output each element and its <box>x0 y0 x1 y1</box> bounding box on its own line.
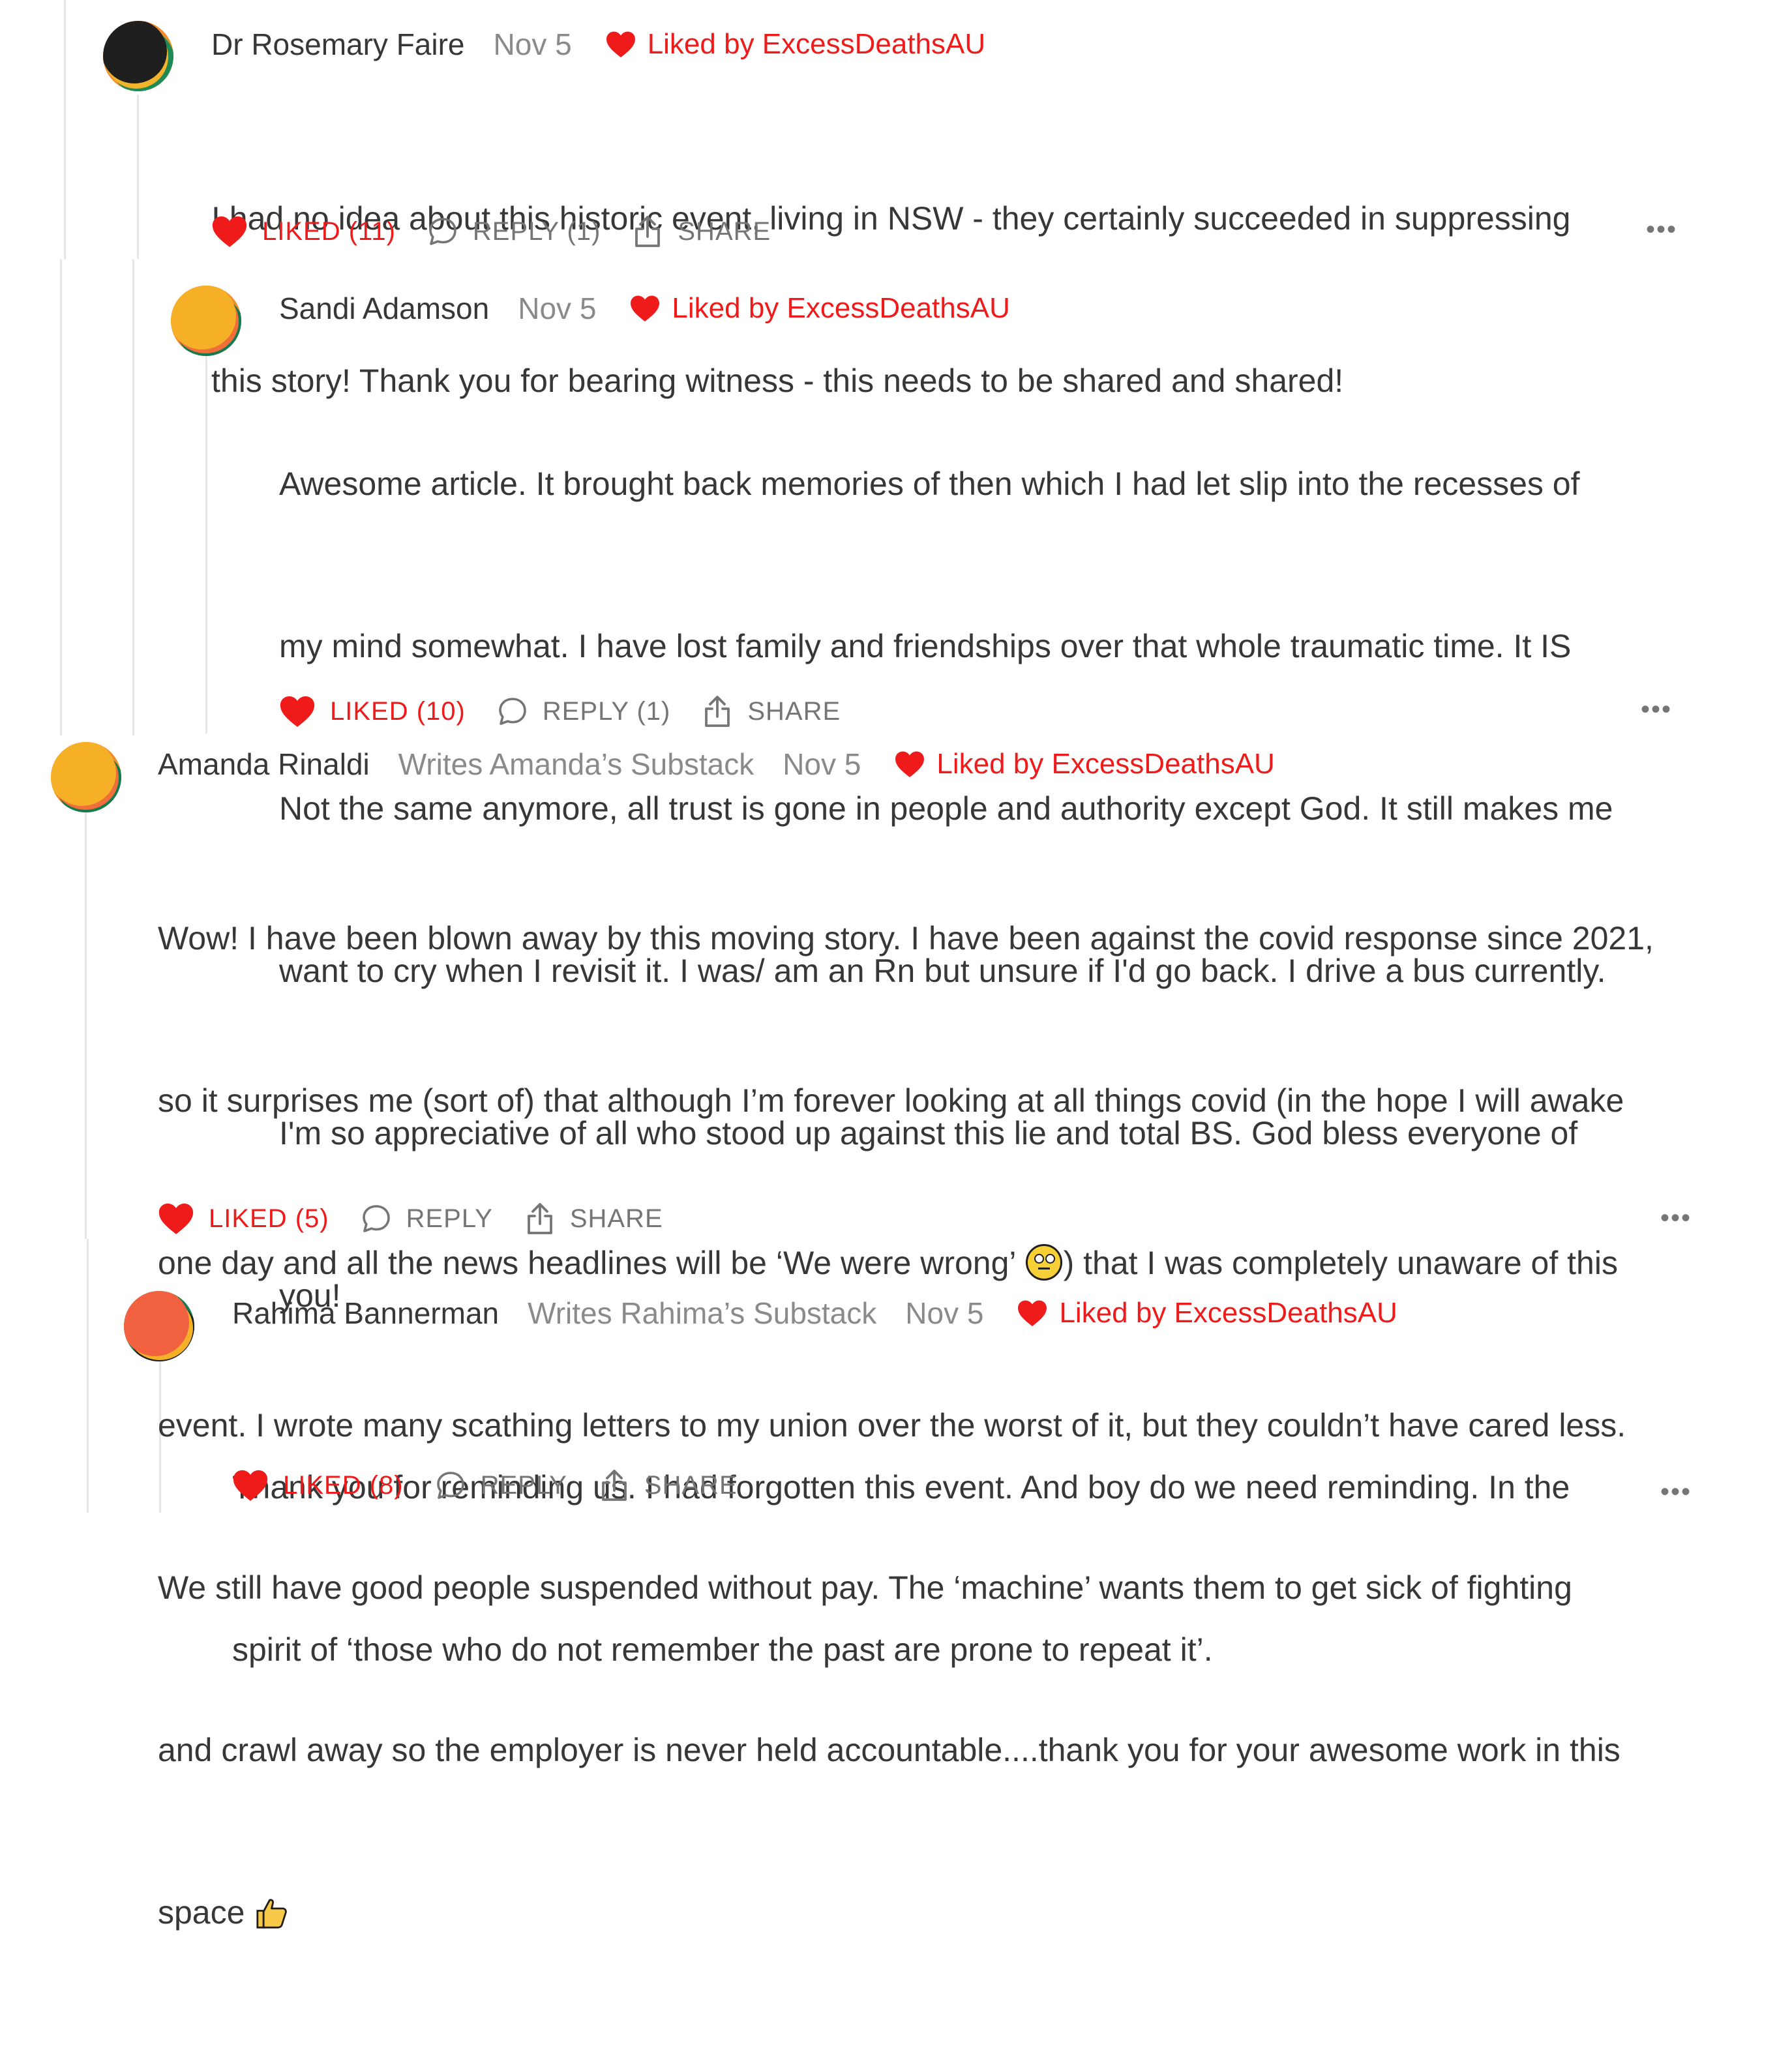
heart-icon <box>158 1203 194 1234</box>
comment-author[interactable]: Amanda Rinaldi <box>158 747 370 782</box>
share-upload-icon <box>601 1470 627 1501</box>
avatar[interactable] <box>103 21 173 91</box>
comment-author[interactable]: Rahima Bannerman <box>232 1296 499 1331</box>
comment-line: spirit of ‘those who do not remember the… <box>232 1631 1213 1668</box>
publication-link[interactable]: Writes Rahima’s Substack <box>528 1296 876 1331</box>
heart-icon <box>606 31 635 58</box>
like-label: LIKED (10) <box>330 696 466 726</box>
speech-bubble-icon <box>499 698 526 725</box>
comment-line-text: one day and all the news headlines will … <box>158 1245 1015 1281</box>
comment: Rahima Bannerman Writes Rahima’s Substac… <box>232 1287 1732 1668</box>
comment-actions: LIKED (5) REPLY SHARE <box>158 1196 694 1241</box>
share-label: SHARE <box>644 1470 738 1500</box>
thread-line <box>60 260 62 735</box>
like-button[interactable]: LIKED (8) <box>232 1469 404 1502</box>
more-options-button[interactable]: ••• <box>1646 215 1677 245</box>
liked-by-badge: Liked by ExcessDeathsAU <box>1017 1297 1397 1329</box>
comment-line-text: ) that I was completely unaware of this <box>1063 1245 1618 1281</box>
thread-line <box>205 342 207 734</box>
reply-button[interactable]: REPLY (1) <box>427 216 601 247</box>
heart-icon <box>280 696 315 727</box>
reply-label: REPLY <box>406 1204 493 1233</box>
liked-by-text: Liked by ExcessDeathsAU <box>647 28 986 60</box>
comment-actions: LIKED (10) REPLY (1) SHARE <box>279 689 872 734</box>
comment-line-text: space <box>158 1894 245 1931</box>
like-label: LIKED (11) <box>262 216 396 246</box>
share-button[interactable]: SHARE <box>632 215 771 248</box>
like-label: LIKED (5) <box>209 1204 329 1233</box>
share-button[interactable]: SHARE <box>599 1468 738 1502</box>
comment: Amanda Rinaldi Writes Amanda’s Substack … <box>158 738 1723 1931</box>
reply-label: REPLY (1) <box>472 216 601 246</box>
share-upload-icon <box>527 1203 552 1234</box>
thumbs-up-emoji-icon <box>256 1899 288 1929</box>
speech-bubble-icon <box>362 1205 390 1232</box>
share-label: SHARE <box>747 696 841 726</box>
comment-body: Thank you for reminding us. I had forgot… <box>232 1352 1570 1785</box>
liked-by-badge: Liked by ExcessDeathsAU <box>606 28 985 61</box>
share-label: SHARE <box>678 216 771 246</box>
like-button[interactable]: LIKED (10) <box>279 695 466 728</box>
reply-label: REPLY (1) <box>542 696 671 726</box>
comment-actions: LIKED (8) REPLY SHARE <box>232 1462 769 1508</box>
comment-date[interactable]: Nov 5 <box>494 27 572 62</box>
like-button[interactable]: LIKED (5) <box>158 1202 329 1235</box>
thread-line <box>132 260 134 735</box>
comment-author[interactable]: Dr Rosemary Faire <box>211 27 465 62</box>
like-label: LIKED (8) <box>283 1470 404 1500</box>
liked-by-text: Liked by ExcessDeathsAU <box>1059 1297 1397 1329</box>
avatar[interactable] <box>171 286 241 356</box>
reply-button[interactable]: REPLY <box>361 1203 493 1234</box>
share-upload-icon <box>705 696 730 727</box>
liked-by-badge: Liked by ExcessDeathsAU <box>630 292 1010 325</box>
reply-button[interactable]: REPLY (1) <box>497 696 670 727</box>
comment-line-with-emoji: one day and all the news headlines will … <box>158 1236 1654 1290</box>
avatar[interactable] <box>124 1291 194 1361</box>
comment-date[interactable]: Nov 5 <box>783 747 861 782</box>
thread-line <box>137 95 139 259</box>
comment-line-with-emoji: space <box>158 1886 1654 1940</box>
share-label: SHARE <box>569 1204 663 1233</box>
comment-line: so it surprises me (sort of) that althou… <box>158 1082 1624 1119</box>
share-button[interactable]: SHARE <box>524 1202 663 1236</box>
reply-label: REPLY <box>480 1470 567 1500</box>
share-button[interactable]: SHARE <box>702 694 841 728</box>
heart-icon <box>233 1470 268 1501</box>
comment-author[interactable]: Sandi Adamson <box>279 291 489 326</box>
liked-by-badge: Liked by ExcessDeathsAU <box>895 748 1275 780</box>
share-upload-icon <box>635 216 661 247</box>
comment-line: Wow! I have been blown away by this movi… <box>158 920 1654 957</box>
more-options-button[interactable]: ••• <box>1660 1204 1692 1233</box>
more-options-button[interactable]: ••• <box>1660 1477 1692 1507</box>
thread-line <box>87 1239 89 1513</box>
avatar[interactable] <box>51 742 121 812</box>
heart-icon <box>895 751 925 778</box>
heart-icon <box>1018 1300 1047 1327</box>
comment-date[interactable]: Nov 5 <box>518 291 596 326</box>
publication-link[interactable]: Writes Amanda’s Substack <box>398 747 754 782</box>
like-button[interactable]: LIKED (11) <box>211 215 396 248</box>
more-options-button[interactable]: ••• <box>1641 695 1672 724</box>
heart-icon <box>212 216 247 247</box>
thread-line <box>64 0 66 260</box>
reply-button[interactable]: REPLY <box>435 1470 567 1501</box>
comment-date[interactable]: Nov 5 <box>905 1296 983 1331</box>
comment-line: my mind somewhat. I have lost family and… <box>279 628 1572 664</box>
comment: Sandi Adamson Nov 5 Liked by ExcessDeath… <box>279 282 1714 1314</box>
heart-icon <box>631 295 660 322</box>
speech-bubble-icon <box>436 1472 464 1499</box>
speech-bubble-icon <box>429 218 456 245</box>
comment-line: Awesome article. It brought back memorie… <box>279 466 1580 502</box>
thread-line <box>85 809 87 1239</box>
eye-roll-emoji-icon <box>1025 1244 1062 1281</box>
comment: Dr Rosemary Faire Nov 5 Liked by ExcessD… <box>211 18 1711 399</box>
liked-by-text: Liked by ExcessDeathsAU <box>672 292 1010 324</box>
liked-by-text: Liked by ExcessDeathsAU <box>936 748 1275 780</box>
comment-actions: LIKED (11) REPLY (1) SHARE <box>211 209 802 254</box>
